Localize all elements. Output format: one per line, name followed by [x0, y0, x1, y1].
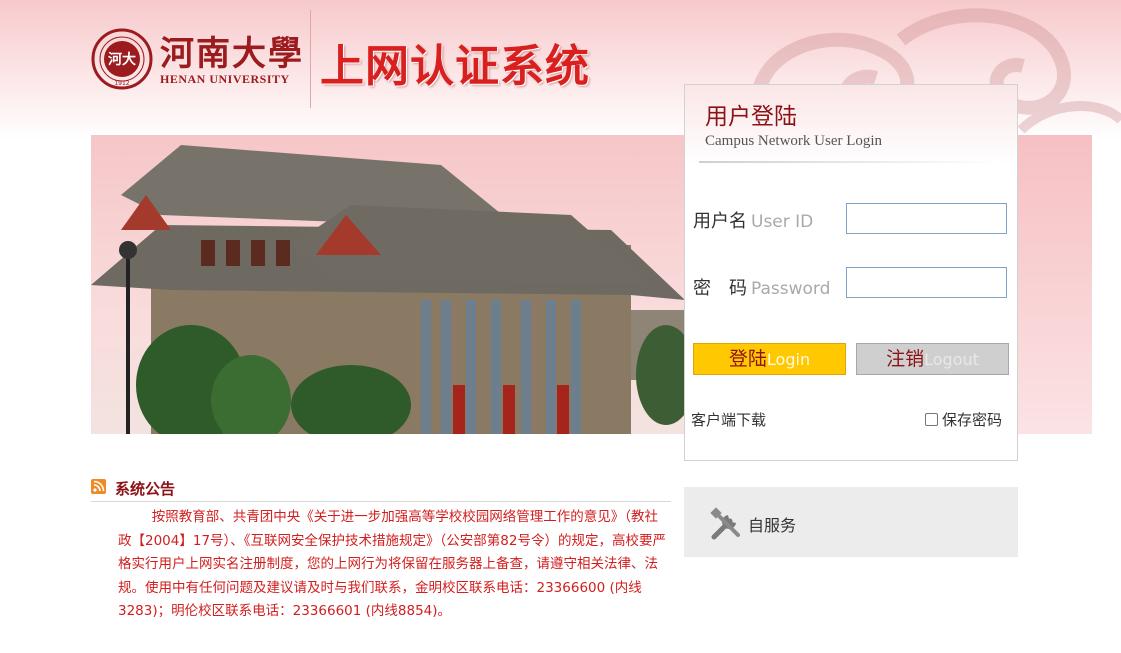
system-title: 上网认证系统	[320, 41, 590, 92]
svg-text:河大: 河大	[108, 51, 136, 68]
campus-hall-photo	[91, 135, 685, 434]
self-service-label: 自服务	[748, 516, 797, 535]
svg-text:1912: 1912	[114, 80, 129, 87]
university-seal-logo: 河大 1912	[91, 28, 153, 90]
login-title-underline	[699, 161, 999, 163]
header-divider	[310, 10, 311, 108]
remember-password-option[interactable]: 保存密码	[925, 409, 1002, 430]
login-button[interactable]: 登陆Login	[693, 343, 846, 375]
rss-icon	[91, 479, 106, 494]
login-panel: 用户登陆 Campus Network User Login 用户名 User I…	[684, 84, 1018, 461]
logout-button-label-en: Logout	[924, 350, 979, 369]
tools-icon	[710, 507, 740, 540]
university-name-en: HENAN UNIVERSITY	[160, 72, 290, 86]
password-label: 密 码 Password	[693, 274, 830, 300]
login-button-label-en: Login	[766, 350, 811, 369]
password-label-en: Password	[751, 279, 831, 299]
username-label-en: User ID	[751, 212, 814, 232]
self-service-button[interactable]: 自服务	[684, 487, 1018, 557]
username-label-cn: 用户名	[693, 211, 747, 232]
password-label-cn: 密 码	[693, 278, 747, 299]
login-title: 用户登陆	[705, 104, 797, 130]
client-download-link[interactable]: 客户端下载	[691, 409, 766, 430]
university-name-cn: 河南大學	[160, 34, 304, 74]
login-button-label: 登陆	[728, 348, 767, 370]
notice-divider	[91, 501, 671, 502]
logout-button-label: 注销	[886, 348, 925, 370]
decorative-strip	[1018, 135, 1092, 434]
password-input[interactable]	[846, 267, 1007, 298]
login-subtitle: Campus Network User Login	[705, 133, 883, 149]
remember-password-checkbox[interactable]	[925, 413, 938, 426]
notice-title: 系统公告	[115, 480, 176, 498]
username-label: 用户名 User ID	[693, 207, 813, 233]
logout-button[interactable]: 注销Logout	[856, 343, 1009, 375]
notice-text: 按照教育部、共青团中央《关于进一步加强高等学校校园网络管理工作的意见》（教社政【…	[118, 509, 666, 619]
notice-body: 按照教育部、共青团中央《关于进一步加强高等学校校园网络管理工作的意见》（教社政【…	[118, 506, 670, 624]
username-input[interactable]	[846, 203, 1007, 234]
remember-password-label: 保存密码	[942, 411, 1003, 429]
